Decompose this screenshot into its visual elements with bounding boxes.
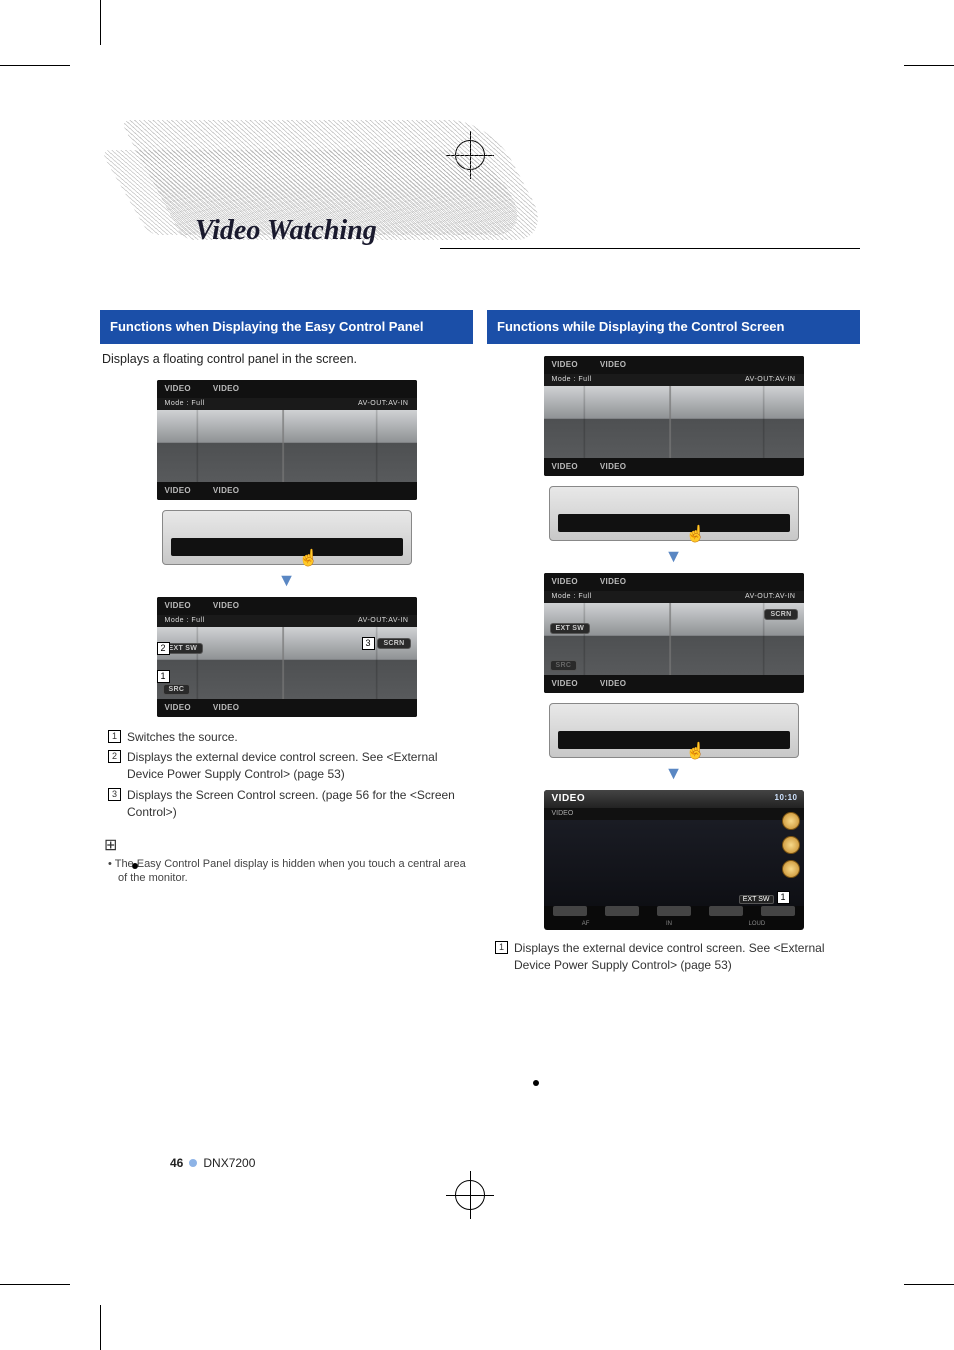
- page-number: 46: [170, 1156, 183, 1170]
- screenshot-control-1: VIDEO VIDEO Mode : Full AV-OUT:AV-IN VID…: [544, 356, 804, 476]
- scrn-button[interactable]: SCRN: [377, 638, 410, 649]
- callout-num: 1: [108, 730, 121, 743]
- src-label: VIDEO: [213, 486, 239, 495]
- src-label: VIDEO: [165, 486, 191, 495]
- avout-label: AV-OUT:AV-IN: [358, 400, 408, 407]
- page-title: Video Watching: [195, 215, 377, 247]
- list-item: 2 Displays the external device control s…: [108, 749, 467, 784]
- chevron-down-icon: ▼: [487, 547, 860, 565]
- callout-text: Displays the Screen Control screen. (pag…: [127, 787, 467, 822]
- avout-label: AV-OUT:AV-IN: [745, 593, 795, 600]
- side-button[interactable]: [782, 812, 800, 830]
- src-label: VIDEO: [600, 462, 626, 471]
- mode-label: Mode : Full: [165, 400, 205, 407]
- list-item: 1 Displays the external device control s…: [495, 940, 854, 975]
- screenshot-control-main: VIDEO 10:10 VIDEO EXT SW 1: [544, 790, 804, 930]
- footer-dot-icon: [189, 1159, 197, 1167]
- callout-marker: 3: [362, 637, 375, 650]
- src-label: VIDEO: [552, 679, 578, 688]
- callout-list-left: 1 Switches the source. 2 Displays the ex…: [100, 727, 473, 833]
- right-column: Functions while Displaying the Control S…: [487, 310, 860, 985]
- bottom-button[interactable]: [605, 906, 639, 916]
- chevron-down-icon: ▼: [487, 764, 860, 782]
- callout-text: Displays the external device control scr…: [127, 749, 467, 784]
- control-body: [544, 820, 804, 906]
- section-heading-left: Functions when Displaying the Easy Contr…: [100, 310, 473, 344]
- mode-label: Mode : Full: [165, 617, 205, 624]
- screenshot-easy-panel-2: VIDEO VIDEO Mode : Full AV-OUT:AV-IN EXT…: [157, 597, 417, 717]
- video-preview: [157, 627, 417, 699]
- mode-label: Mode : Full: [552, 593, 592, 600]
- note-text: • The Easy Control Panel display is hidd…: [100, 857, 473, 887]
- callout-list-right: 1 Displays the external device control s…: [487, 938, 860, 986]
- src-label: VIDEO: [600, 679, 626, 688]
- screenshot-easy-panel-1: VIDEO VIDEO Mode : Full AV-OUT:AV-IN VID…: [157, 380, 417, 500]
- title-rule: [440, 248, 860, 249]
- scrn-button[interactable]: SCRN: [764, 609, 797, 620]
- avout-label: AV-OUT:AV-IN: [358, 617, 408, 624]
- src-label: VIDEO: [600, 577, 626, 586]
- control-title: VIDEO: [552, 793, 586, 804]
- video-preview: [157, 410, 417, 482]
- touch-hand-icon: ☝: [686, 741, 706, 761]
- callout-marker: 2: [157, 642, 170, 655]
- side-button[interactable]: [782, 860, 800, 878]
- src-label: VIDEO: [600, 360, 626, 369]
- callout-text: Displays the external device control scr…: [514, 940, 854, 975]
- footer-label: IN: [666, 921, 672, 927]
- bottom-button[interactable]: [553, 906, 587, 916]
- mode-label: Mode : Full: [552, 376, 592, 383]
- src-label: VIDEO: [213, 703, 239, 712]
- avout-label: AV-OUT:AV-IN: [745, 376, 795, 383]
- product-model: DNX7200: [203, 1156, 255, 1170]
- chevron-down-icon: ▼: [100, 571, 473, 589]
- footer-label: LOUD: [749, 921, 766, 927]
- bottom-button[interactable]: [657, 906, 691, 916]
- device-illustration: ☝: [162, 510, 412, 565]
- footer-label: AF: [582, 921, 590, 927]
- bottom-button[interactable]: [761, 906, 795, 916]
- callout-num: 1: [495, 941, 508, 954]
- ext-sw-button[interactable]: EXT SW: [739, 895, 774, 904]
- side-buttons: [782, 812, 800, 878]
- src-label: VIDEO: [165, 703, 191, 712]
- src-label: VIDEO: [552, 577, 578, 586]
- touch-hand-icon: ☝: [299, 548, 319, 568]
- control-sub: VIDEO: [552, 810, 574, 817]
- left-column: Functions when Displaying the Easy Contr…: [100, 310, 473, 985]
- src-label: VIDEO: [552, 462, 578, 471]
- side-button[interactable]: [782, 836, 800, 854]
- screenshot-control-2: VIDEO VIDEO Mode : Full AV-OUT:AV-IN SCR…: [544, 573, 804, 693]
- note-icon: ⊞: [104, 835, 473, 855]
- callout-marker: 1: [777, 891, 790, 904]
- src-label: VIDEO: [165, 601, 191, 610]
- callout-num: 3: [108, 788, 121, 801]
- video-preview: [544, 386, 804, 458]
- page-footer: 46 DNX7200: [170, 1156, 255, 1170]
- src-label: VIDEO: [213, 601, 239, 610]
- src-button[interactable]: SRC: [550, 660, 578, 671]
- touch-hand-icon: ☝: [686, 524, 706, 544]
- callout-num: 2: [108, 750, 121, 763]
- bottom-button[interactable]: [709, 906, 743, 916]
- intro-left: Displays a floating control panel in the…: [100, 344, 473, 376]
- src-label: VIDEO: [552, 360, 578, 369]
- device-illustration: ☝: [549, 486, 799, 541]
- callout-marker: 1: [157, 670, 170, 683]
- list-item: 1 Switches the source.: [108, 729, 467, 746]
- clock: 10:10: [775, 793, 798, 802]
- title-banner: [100, 120, 860, 180]
- ext-sw-button[interactable]: EXT SW: [550, 623, 591, 634]
- section-heading-right: Functions while Displaying the Control S…: [487, 310, 860, 344]
- list-item: 3 Displays the Screen Control screen. (p…: [108, 787, 467, 822]
- src-button[interactable]: SRC: [163, 684, 191, 695]
- callout-text: Switches the source.: [127, 729, 238, 746]
- src-label: VIDEO: [165, 384, 191, 393]
- device-illustration: ☝: [549, 703, 799, 758]
- src-label: VIDEO: [213, 384, 239, 393]
